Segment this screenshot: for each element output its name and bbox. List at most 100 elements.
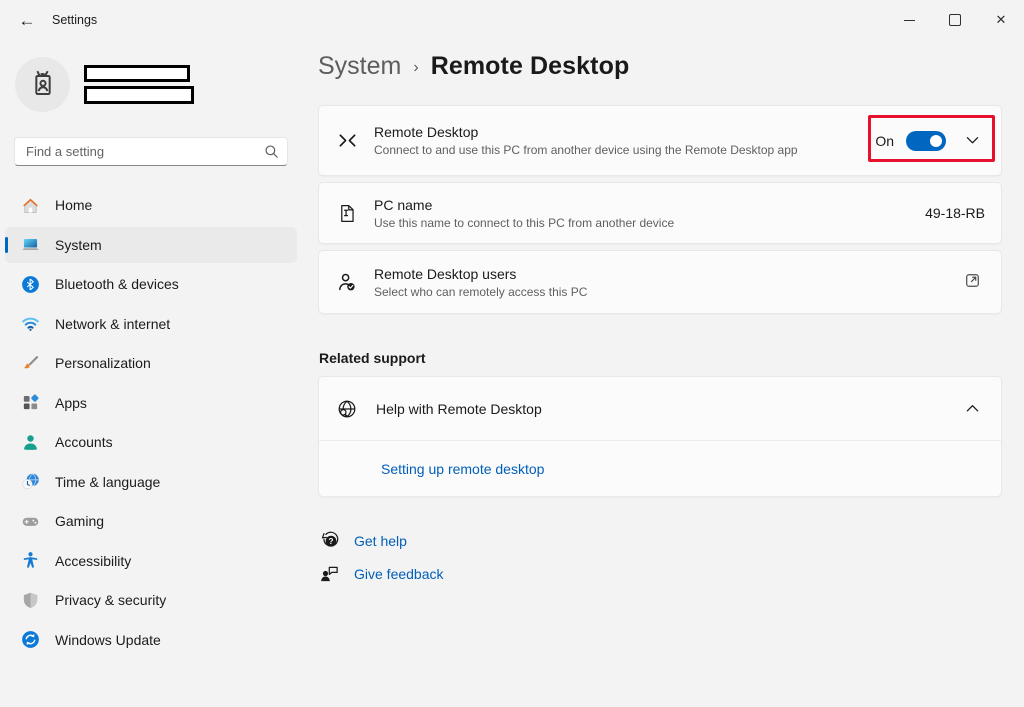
bluetooth-icon [21, 275, 40, 294]
sidebar-item-privacy-security[interactable]: Privacy & security [5, 582, 297, 618]
sidebar-item-bluetooth-devices[interactable]: Bluetooth & devices [5, 266, 297, 302]
setting-description: Connect to and use this PC from another … [374, 143, 798, 157]
help-item-title: Help with Remote Desktop [376, 401, 542, 417]
get-help-label: Get help [354, 533, 407, 549]
remote-desktop-icon [336, 130, 358, 152]
settings-window: ← Settings ✕ [0, 0, 1024, 707]
help-card: Help with Remote Desktop Setting up remo… [318, 376, 1002, 497]
sidebar-item-accessibility[interactable]: Accessibility [5, 543, 297, 579]
open-external-button[interactable] [959, 269, 985, 295]
sidebar-item-label: Network & internet [55, 316, 170, 332]
sidebar-item-label: Bluetooth & devices [55, 276, 179, 292]
system-icon [21, 235, 40, 254]
redaction-bar [84, 86, 194, 104]
shield-icon [21, 591, 40, 610]
accessibility-person-icon [21, 551, 40, 570]
minimize-button[interactable] [886, 0, 932, 40]
window-controls: ✕ [886, 0, 1024, 40]
maximize-icon [949, 14, 961, 26]
search-input[interactable] [14, 137, 288, 166]
sidebar-item-personalization[interactable]: Personalization [5, 345, 297, 381]
web-search-icon [336, 398, 358, 420]
remote-desktop-toggle-group: On [875, 128, 985, 154]
setting-title: Remote Desktop users [374, 266, 587, 282]
related-support-heading: Related support [319, 350, 426, 366]
account-area[interactable] [15, 54, 285, 114]
get-help-link[interactable]: ? Get help [319, 530, 407, 551]
sidebar-item-network-internet[interactable]: Network & internet [5, 306, 297, 342]
expand-button[interactable] [959, 128, 985, 154]
remote-desktop-toggle[interactable] [906, 131, 946, 151]
feedback-icon [319, 563, 340, 584]
setting-description: Use this name to connect to this PC from… [374, 216, 674, 230]
minimize-icon [904, 20, 915, 21]
collapse-button[interactable] [959, 396, 985, 422]
rename-icon [336, 202, 358, 224]
sidebar-item-system[interactable]: System [5, 227, 297, 263]
id-badge-icon [27, 68, 59, 100]
open-external-icon [964, 272, 981, 292]
help-bubble-icon: ? [319, 530, 340, 551]
breadcrumb: System › Remote Desktop [318, 52, 629, 81]
give-feedback-label: Give feedback [354, 566, 444, 582]
pc-name-setting-card: PC name Use this name to connect to this… [318, 182, 1002, 244]
gamepad-icon [21, 512, 40, 531]
apps-grid-icon [21, 393, 40, 412]
remote-desktop-users-card[interactable]: Remote Desktop users Select who can remo… [318, 250, 1002, 314]
sidebar: Home System Bluetooth & devices Network … [0, 40, 302, 707]
remote-desktop-setting-card[interactable]: Remote Desktop Connect to and use this P… [318, 105, 1002, 176]
window-title: Settings [52, 0, 97, 40]
sidebar-item-label: Gaming [55, 513, 104, 529]
update-arrows-icon [21, 630, 40, 649]
chevron-up-icon [966, 401, 979, 416]
setting-title: Remote Desktop [374, 124, 798, 140]
sidebar-item-accounts[interactable]: Accounts [5, 424, 297, 460]
svg-text:?: ? [329, 537, 334, 546]
redaction-bar [84, 65, 190, 82]
page-title: Remote Desktop [431, 52, 630, 81]
maximize-button[interactable] [932, 0, 978, 40]
help-expanded-content: Setting up remote desktop [319, 440, 1001, 497]
brush-icon [21, 354, 40, 373]
close-button[interactable]: ✕ [978, 0, 1024, 40]
sidebar-item-gaming[interactable]: Gaming [5, 503, 297, 539]
give-feedback-link[interactable]: Give feedback [319, 563, 444, 584]
setting-title: PC name [374, 197, 674, 213]
titlebar: ← Settings ✕ [0, 0, 1024, 40]
breadcrumb-parent[interactable]: System [318, 52, 401, 81]
user-check-icon [336, 271, 358, 293]
toggle-state-label: On [875, 133, 894, 149]
sidebar-item-time-language[interactable]: Time & language [5, 464, 297, 500]
chevron-down-icon [966, 133, 979, 148]
sidebar-item-label: Privacy & security [55, 592, 166, 608]
sidebar-item-label: Accessibility [55, 553, 131, 569]
back-arrow-icon: ← [19, 11, 36, 30]
sidebar-item-label: Time & language [55, 474, 160, 490]
sidebar-item-label: Personalization [55, 355, 151, 371]
back-button[interactable]: ← [10, 4, 44, 36]
search-box [14, 137, 288, 166]
sidebar-item-label: Home [55, 197, 92, 213]
sidebar-nav: Home System Bluetooth & devices Network … [5, 187, 297, 661]
breadcrumb-separator: › [413, 59, 418, 77]
close-icon: ✕ [996, 12, 1007, 28]
sidebar-item-label: Windows Update [55, 632, 161, 648]
clock-globe-icon [21, 472, 40, 491]
wifi-icon [21, 314, 40, 333]
user-avatar [15, 57, 70, 112]
help-expander-row[interactable]: Help with Remote Desktop [319, 377, 1001, 440]
sidebar-item-home[interactable]: Home [5, 187, 297, 223]
toggle-knob [930, 135, 942, 147]
setting-up-remote-desktop-link[interactable]: Setting up remote desktop [381, 461, 544, 477]
pc-name-value: 49-18-RB [925, 205, 985, 221]
main-content: System › Remote Desktop Remote Desktop C… [318, 40, 1002, 707]
sidebar-item-label: Accounts [55, 434, 113, 450]
sidebar-item-apps[interactable]: Apps [5, 385, 297, 421]
redacted-user-info [84, 65, 194, 104]
sidebar-item-label: System [55, 237, 102, 253]
sidebar-item-windows-update[interactable]: Windows Update [5, 622, 297, 658]
person-icon [21, 433, 40, 452]
home-icon [21, 196, 40, 215]
setting-description: Select who can remotely access this PC [374, 285, 587, 299]
sidebar-item-label: Apps [55, 395, 87, 411]
